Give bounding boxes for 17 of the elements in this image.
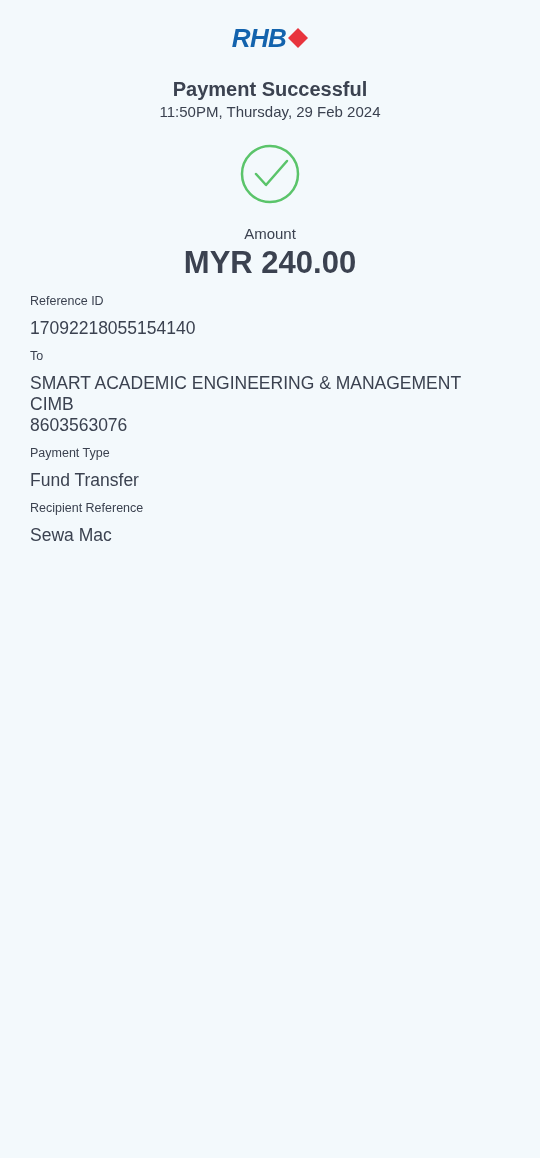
- bank-logo-text: RHB: [231, 25, 287, 51]
- detail-value: 17092218055154140: [30, 318, 197, 339]
- diamond-icon: [288, 28, 309, 48]
- date-time: 11:50PM, Thursday, 29 Feb 2024: [158, 102, 382, 122]
- detail-value: Fund Transfer: [30, 470, 140, 491]
- detail-label: To: [30, 348, 45, 365]
- detail-label: Payment Type: [30, 445, 111, 462]
- amount-value: MYR 240.00: [182, 244, 358, 282]
- detail-value: CIMB: [30, 394, 75, 415]
- detail-label: Recipient Reference: [30, 500, 145, 517]
- detail-value: SMART ACADEMIC ENGINEERING & MANAGEMENT: [30, 373, 463, 394]
- status-title: Payment Successful: [171, 77, 369, 102]
- detail-label: Reference ID: [30, 293, 105, 310]
- detail-value: Sewa Mac: [30, 525, 113, 546]
- check-circle-icon: [240, 144, 300, 204]
- amount-label: Amount: [243, 224, 297, 244]
- detail-value: 8603563076: [30, 415, 129, 436]
